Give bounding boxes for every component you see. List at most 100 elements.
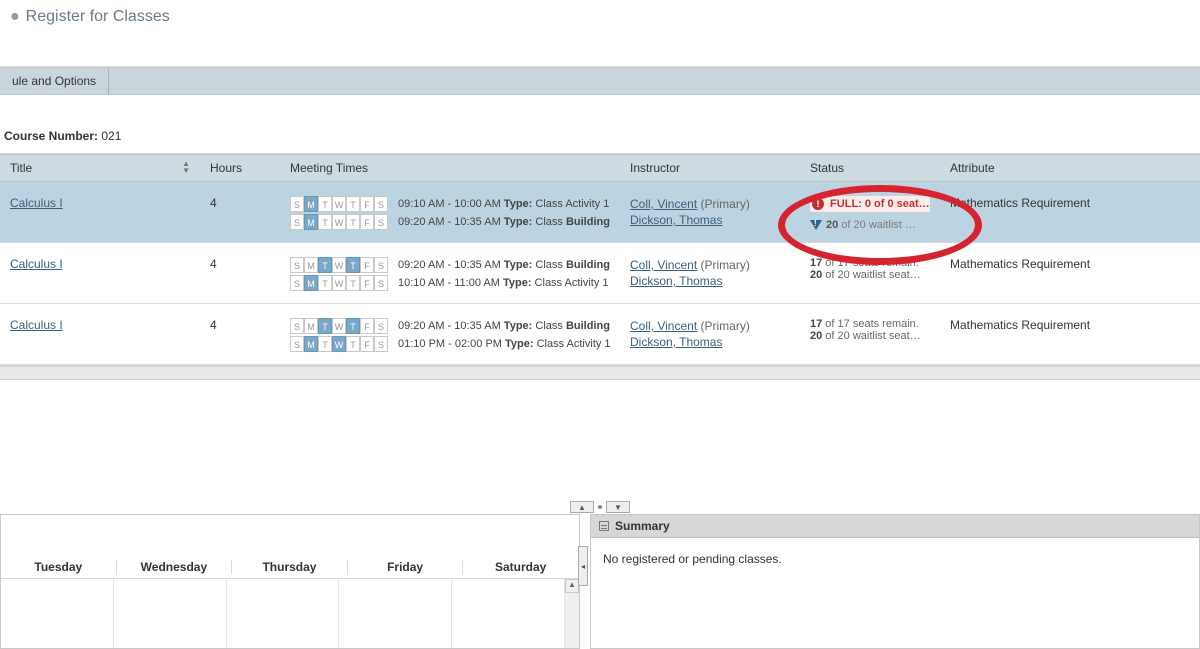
table-row[interactable]: Calculus I 4SMTWTFS09:20 AM - 10:35 AM Ty… [0,304,1200,365]
col-title[interactable]: Title ▲▼ [0,155,200,182]
tab-strip: ule and Options [0,67,1200,95]
tab-label: ule and Options [12,74,96,88]
summary-header: Summary [591,515,1199,538]
day-cell: T [346,275,360,291]
day-cell: W [332,318,346,334]
status-cell: 17 of 17 seats remain.20 of 20 waitlist … [800,243,940,304]
split-dot-icon [598,505,602,509]
col-meeting[interactable]: Meeting Times [280,155,620,182]
day-cell: S [374,318,388,334]
col-attribute[interactable]: Attribute [940,155,1200,182]
day-grid: SMTWTFS [290,196,388,212]
day-grid: SMTWTFS [290,214,388,230]
day-cell: T [346,336,360,352]
instructor-cell: Coll, Vincent (Primary)Dickson, Thomas [620,304,800,365]
table-row[interactable]: Calculus I4SMTWTFS09:20 AM - 10:35 AM Ty… [0,243,1200,304]
tab-schedule-options[interactable]: ule and Options [0,68,109,94]
summary-empty-text: No registered or pending classes. [603,552,782,566]
day-cell: F [360,257,374,273]
day-cell: T [318,214,332,230]
attribute-cell: Mathematics Requirement [940,304,1200,365]
cal-day-wednesday: Wednesday [117,560,233,574]
col-hours[interactable]: Hours [200,155,280,182]
day-grid: SMTWTFS [290,275,388,291]
results-grid: Title ▲▼ Hours Meeting Times Instructor … [0,153,1200,366]
hours-cell: 4 [200,243,280,304]
day-cell: S [290,196,304,212]
cal-day-tuesday: Tuesday [1,560,117,574]
calendar-panel: Tuesday Wednesday Thursday Friday Saturd… [0,514,580,649]
split-handle: ▲ ▼ [0,500,1200,514]
meeting-cell: SMTWTFS09:10 AM - 10:00 AM Type: Class A… [280,182,620,243]
day-cell: W [332,275,346,291]
instructor-link[interactable]: Coll, Vincent [630,319,697,333]
instructor-link[interactable]: Dickson, Thomas [630,213,722,227]
day-grid: SMTWTFS [290,336,388,352]
instructor-link[interactable]: Dickson, Thomas [630,274,722,288]
day-cell: T [346,318,360,334]
status-cell: ! FULL: 0 of 0 seat…20 of 20 waitlist … [800,182,940,243]
day-grid: SMTWTFS [290,318,388,334]
attribute-cell: Mathematics Requirement [940,182,1200,243]
instructor-link[interactable]: Coll, Vincent [630,197,697,211]
day-cell: T [318,196,332,212]
calendar-scrollbar[interactable]: ▲ [565,579,579,648]
day-cell: S [374,275,388,291]
day-cell: T [318,318,332,334]
day-cell: S [374,214,388,230]
cal-day-thursday: Thursday [232,560,348,574]
day-cell: M [304,336,318,352]
attribute-cell: Mathematics Requirement [940,243,1200,304]
day-cell: T [346,196,360,212]
day-cell: M [304,275,318,291]
hours-cell: 4 [200,304,280,365]
bullet-icon: ● [10,8,20,26]
col-instructor[interactable]: Instructor [620,155,800,182]
day-cell: F [360,196,374,212]
alert-icon: ! [812,198,824,210]
day-cell: W [332,214,346,230]
summary-title: Summary [615,519,670,533]
split-up-button[interactable]: ▲ [570,501,594,513]
day-cell: W [332,196,346,212]
day-cell: S [290,214,304,230]
instructor-cell: Coll, Vincent (Primary)Dickson, Thomas [620,243,800,304]
table-row[interactable]: Calculus I 4SMTWTFS09:10 AM - 10:00 AM Ty… [0,182,1200,243]
day-cell: F [360,214,374,230]
day-cell: S [290,257,304,273]
course-title-link[interactable]: Calculus I [10,318,63,332]
calendar-body: ▲ [1,579,579,648]
day-cell: M [304,318,318,334]
day-cell: W [332,257,346,273]
day-cell: T [318,257,332,273]
day-cell: S [374,257,388,273]
calendar-header: Tuesday Wednesday Thursday Friday Saturd… [1,555,579,579]
course-number-label: Course Number: [4,129,98,143]
split-down-button[interactable]: ▼ [606,501,630,513]
day-cell: T [318,336,332,352]
day-grid: SMTWTFS [290,257,388,273]
sort-icon[interactable]: ▲▼ [182,160,190,174]
cal-day-friday: Friday [348,560,464,574]
page-title: Register for Classes [26,8,170,26]
day-cell: S [290,275,304,291]
day-cell: W [332,336,346,352]
day-cell: S [374,196,388,212]
instructor-cell: Coll, Vincent (Primary)Dickson, Thomas [620,182,800,243]
instructor-link[interactable]: Coll, Vincent [630,258,697,272]
instructor-link[interactable]: Dickson, Thomas [630,335,722,349]
summary-icon [599,521,609,531]
status-cell: 17 of 17 seats remain.20 of 20 waitlist … [800,304,940,365]
course-number-line: Course Number: 021 [0,129,1200,153]
course-title-link[interactable]: Calculus I [10,196,63,210]
meeting-cell: SMTWTFS09:20 AM - 10:35 AM Type: Class B… [280,304,620,365]
day-cell: M [304,257,318,273]
day-cell: M [304,214,318,230]
day-cell: S [290,318,304,334]
collapse-left-button[interactable]: ◂ [578,546,588,586]
cal-day-saturday: Saturday [463,560,579,574]
hours-cell: 4 [200,182,280,243]
course-title-link[interactable]: Calculus I [10,257,63,271]
summary-body: No registered or pending classes. [591,538,1199,580]
col-status[interactable]: Status [800,155,940,182]
